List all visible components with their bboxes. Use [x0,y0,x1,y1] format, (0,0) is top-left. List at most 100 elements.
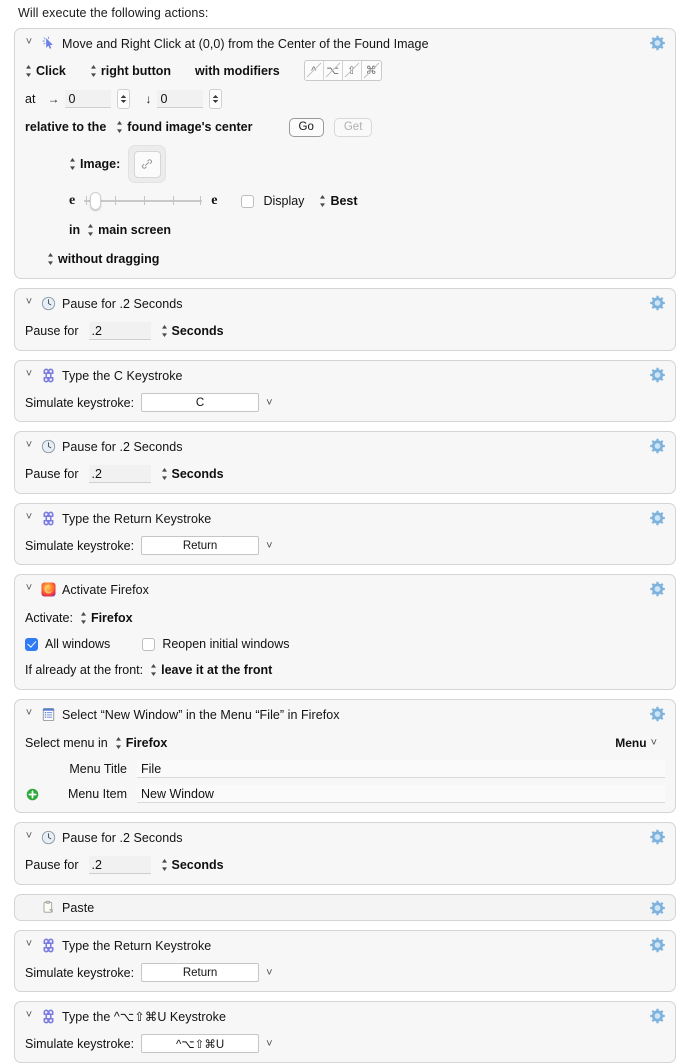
chevron-down-icon[interactable]: ˅ [266,397,272,409]
select-menu-app-popup[interactable]: Firefox [115,736,167,750]
action-body: Simulate keystroke: C ˅ [15,393,675,421]
keystroke-field[interactable]: ^⌥⇧⌘U [141,1034,260,1053]
disclosure-chevron-icon[interactable]: ˅ [23,297,35,308]
action-type-hyper-u[interactable]: ˅ Type the ^⌥⇧⌘U Keystroke Simulate keys… [14,1001,676,1063]
modifier-command-key[interactable]: ⌘ [362,61,381,80]
chevron-down-icon[interactable]: ˅ [266,967,272,979]
modifier-keys-group[interactable]: ^ ⌥ ⇧ ⌘ [303,60,382,81]
action-header[interactable]: ˅ Pause for .2 Seconds [15,289,675,316]
modifier-option-key[interactable]: ⌥ [324,61,343,80]
modifier-control-key[interactable]: ^ [305,61,324,80]
image-source-popup[interactable]: Image: [69,157,120,171]
pause-duration-input[interactable] [88,322,151,340]
simulate-keystroke-label: Simulate keystroke: [25,965,135,980]
menu-title-input[interactable] [137,760,665,778]
action-pause-2[interactable]: ˅ Pause for .2 Seconds Pause for .2 Seco… [14,431,676,494]
modifier-shift-key[interactable]: ⇧ [343,61,362,80]
action-body: Pause for Seconds [15,464,675,493]
reopen-initial-windows-checkbox[interactable] [142,637,156,651]
disclosure-chevron-icon[interactable]: ˅ [23,583,35,594]
action-select-menu[interactable]: ˅ Select “New Window” in the Menu “File”… [14,699,676,813]
activate-row: Activate: Firefox [25,608,665,628]
x-coordinate-input[interactable] [65,90,112,108]
pause-duration-input[interactable] [88,465,151,483]
action-move-right-click[interactable]: ˅ Move and Right Click at (0,0) from the… [14,28,676,279]
screen-popup[interactable]: main screen [87,223,171,237]
action-header[interactable]: ˅ Type the Return Keystroke [15,931,675,958]
keystroke-field[interactable]: Return [141,963,260,982]
chevron-down-icon[interactable]: ˅ [266,1038,272,1050]
chevron-down-icon[interactable]: ˅ [266,540,272,552]
disclosure-chevron-icon[interactable]: ˅ [23,939,35,950]
gear-icon[interactable] [649,437,666,454]
disclosure-chevron-icon[interactable]: ˅ [23,708,35,719]
drag-popup[interactable]: without dragging [47,252,159,266]
x-stepper[interactable] [117,89,131,109]
action-pause-1[interactable]: ˅ Pause for .2 Seconds Pause for .2 Seco… [14,288,676,351]
action-type-return-2[interactable]: ˅ Type the Return Keystroke Simulate key… [14,930,676,992]
front-behavior-popup[interactable]: leave it at the front [150,663,272,677]
slider-tick [144,196,146,205]
get-button: Get [333,117,373,137]
action-type-return-1[interactable]: ˅ Type the Return Keystroke Simulate key… [14,503,676,565]
action-header[interactable]: ˅ Type the ^⌥⇧⌘U Keystroke [15,1002,675,1029]
disclosure-chevron-icon[interactable]: ˅ [23,831,35,842]
menu-item-input[interactable] [137,785,665,803]
gear-icon[interactable] [649,828,666,845]
mouse-button-popup[interactable]: right button [90,64,171,78]
quality-popup[interactable]: Best [319,194,358,208]
add-menu-item-button[interactable] [25,788,39,801]
command-key-icon [43,938,54,953]
pause-unit-popup[interactable]: Seconds [161,858,224,872]
keystroke-row: Simulate keystroke: C ˅ [25,393,665,412]
action-header[interactable]: ˅ Pause for .2 Seconds [15,432,675,459]
pause-row: Pause for Seconds [25,855,665,875]
go-button[interactable]: Go [288,117,324,137]
gear-icon[interactable] [649,294,666,311]
action-header[interactable]: ˅ Paste [15,895,675,920]
all-windows-checkbox[interactable] [25,637,38,651]
pause-unit-popup[interactable]: Seconds [161,324,224,338]
gear-icon[interactable] [649,1007,666,1024]
keystroke-field[interactable]: Return [141,536,260,555]
action-activate-firefox[interactable]: ˅ Activate Firefox Activate: Firefox All… [14,574,676,690]
display-checkbox[interactable] [241,194,255,208]
relative-target-popup[interactable]: found image's center [116,120,253,134]
slider-knob[interactable] [90,192,102,210]
strikethrough-icon [344,62,360,78]
y-stepper[interactable] [209,89,223,109]
gear-icon[interactable] [649,509,666,526]
click-type-popup[interactable]: Click [25,64,66,78]
action-pause-3[interactable]: ˅ Pause for .2 Seconds Pause for .2 Seco… [14,822,676,885]
gear-icon[interactable] [649,34,666,51]
gear-icon[interactable] [649,580,666,597]
activate-app-popup[interactable]: Firefox [80,611,133,625]
gear-icon[interactable] [649,936,666,953]
action-header[interactable]: ˅ Pause for .2 Seconds [15,823,675,850]
action-type-c[interactable]: ˅ Type the C Keystroke Simulate keystrok… [14,360,676,422]
action-header[interactable]: ˅ Select “New Window” in the Menu “File”… [15,700,675,727]
action-header[interactable]: ˅ Type the C Keystroke [15,361,675,388]
action-header[interactable]: ˅ Activate Firefox [15,575,675,602]
keystroke-field[interactable]: C [141,393,260,412]
action-body: Simulate keystroke: Return ˅ [15,536,675,564]
action-header[interactable]: ˅ Move and Right Click at (0,0) from the… [15,29,675,56]
gear-icon[interactable] [649,705,666,722]
pause-duration-input[interactable] [88,856,151,874]
fuzz-slider[interactable] [84,191,203,211]
action-paste[interactable]: ˅ Paste [14,894,676,921]
menu-dropdown[interactable]: Menu ˅ [615,736,657,750]
image-well[interactable] [128,145,167,183]
gear-icon[interactable] [649,899,666,916]
coordinates-row: at → ↓ [25,89,665,109]
disclosure-chevron-icon[interactable]: ˅ [23,512,35,523]
gear-icon[interactable] [649,366,666,383]
disclosure-chevron-icon[interactable]: ˅ [23,37,35,48]
y-coordinate-input[interactable] [157,90,204,108]
action-body: Pause for Seconds [15,855,675,884]
disclosure-chevron-icon[interactable]: ˅ [23,369,35,380]
action-header[interactable]: ˅ Type the Return Keystroke [15,504,675,531]
disclosure-chevron-icon[interactable]: ˅ [23,1010,35,1021]
pause-unit-popup[interactable]: Seconds [161,467,224,481]
disclosure-chevron-icon[interactable]: ˅ [23,440,35,451]
